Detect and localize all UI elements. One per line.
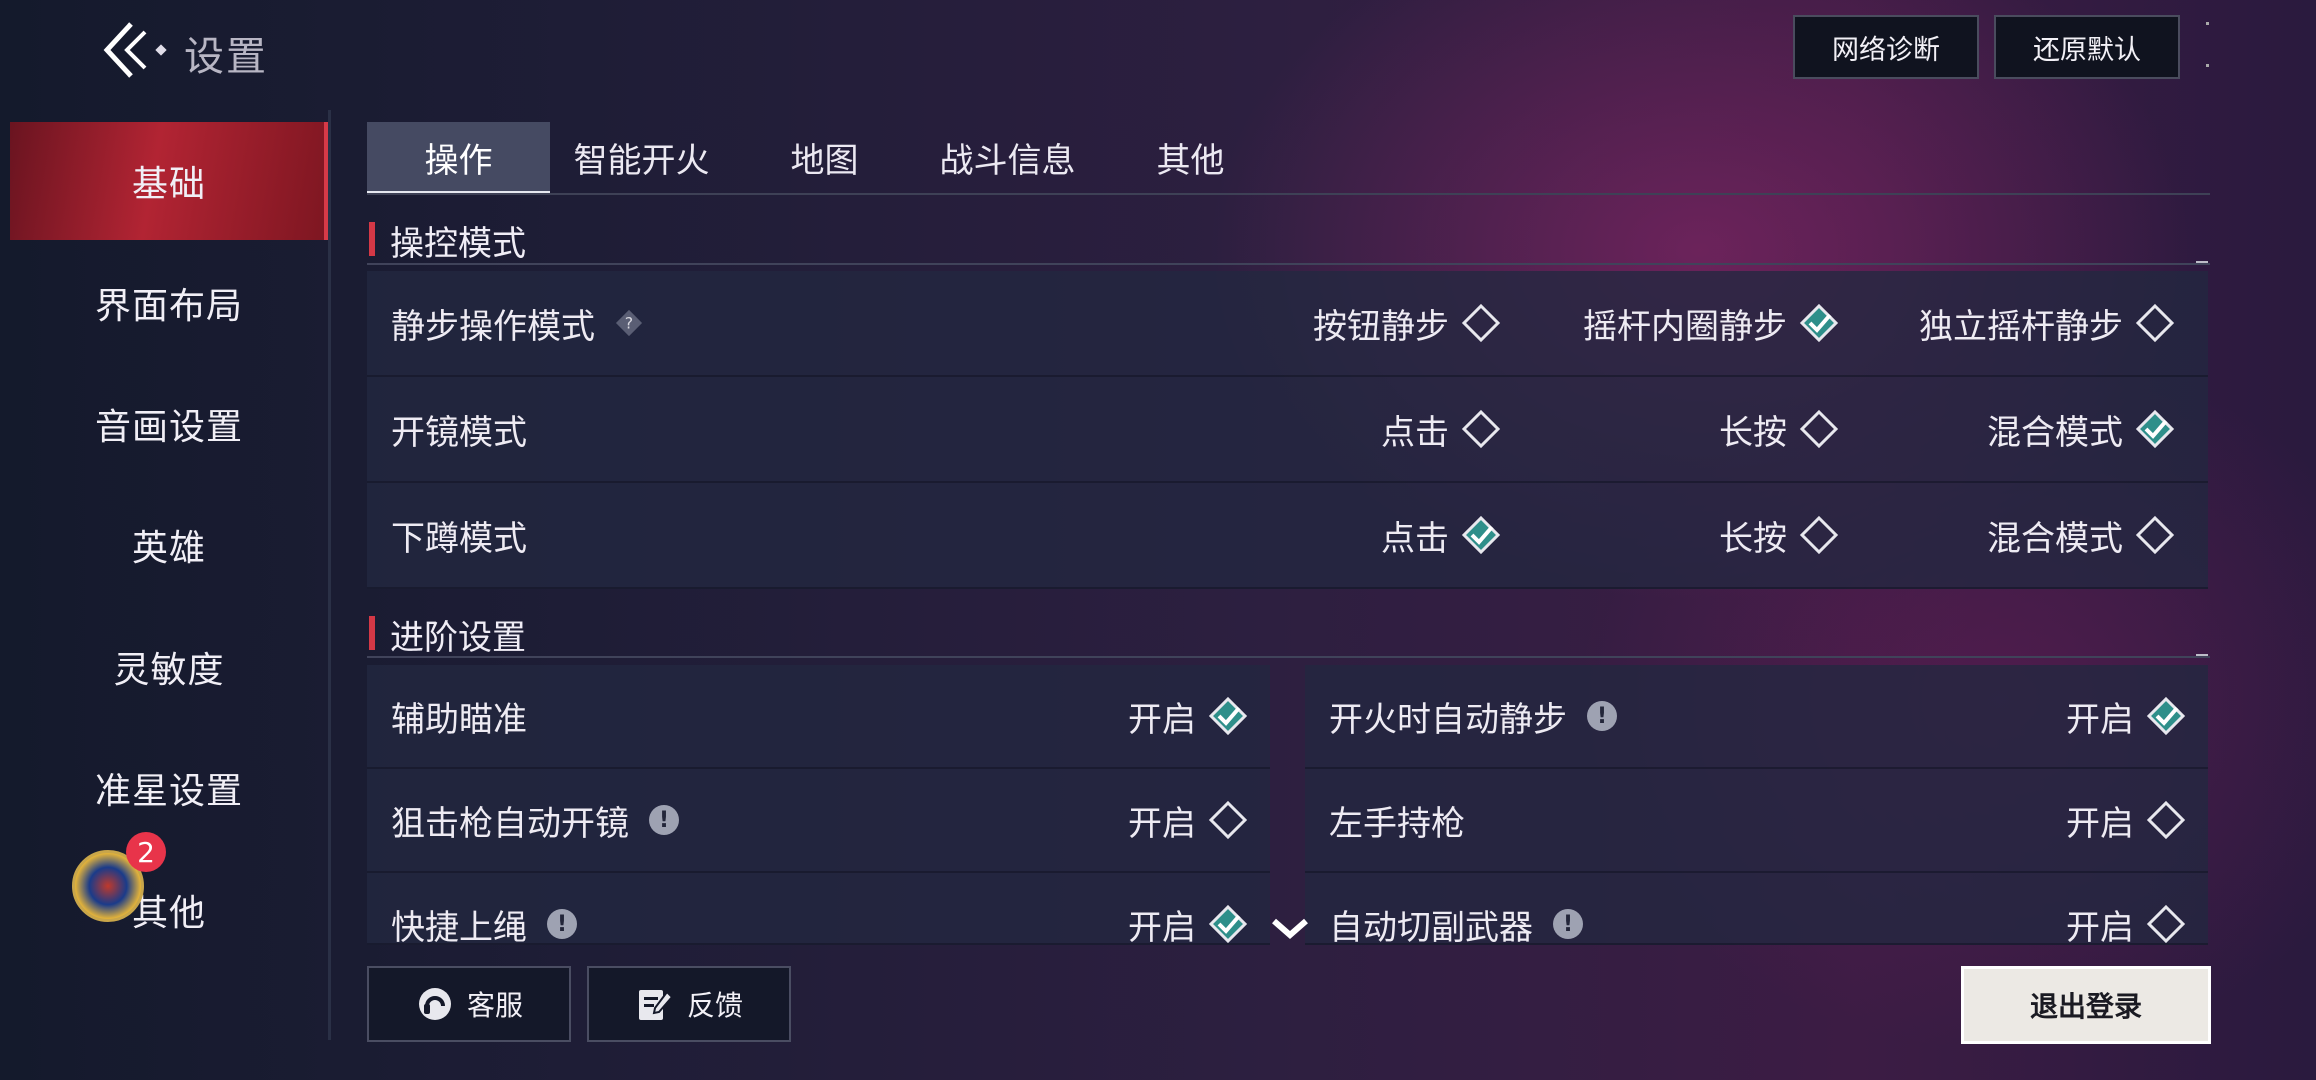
option-enable[interactable]: 开启	[2066, 665, 2186, 767]
scroll-down-chevron-icon[interactable]	[1268, 913, 1312, 943]
diamond-unchecked-icon	[2135, 303, 2175, 343]
tab-map[interactable]: 地图	[733, 122, 916, 192]
setting-row-scope-mode: 开镜模式 点击 长按 混合模式	[367, 377, 2208, 483]
option-enable[interactable]: 开启	[2066, 769, 2186, 871]
option-tap[interactable]: 点击	[1381, 483, 1501, 587]
edit-note-icon	[638, 990, 674, 1020]
info-icon[interactable]: !	[1553, 909, 1583, 939]
sidebar-item-hero[interactable]: 英雄	[10, 486, 328, 604]
row-label: 狙击枪自动开镜	[391, 803, 629, 844]
restore-default-button[interactable]: 还原默认	[1994, 15, 2180, 79]
svg-text:?: ?	[625, 314, 633, 333]
help-icon[interactable]: ?	[615, 309, 643, 337]
row-label: 自动切副武器	[1329, 907, 1533, 945]
row-label: 开镜模式	[391, 412, 527, 453]
section-accent-bar	[369, 616, 375, 650]
info-icon[interactable]: !	[649, 805, 679, 835]
sidebar: 基础 界面布局 音画设置 英雄 灵敏度 准星设置 其他	[0, 110, 334, 1040]
row-label: 辅助瞄准	[391, 699, 527, 740]
diamond-unchecked-icon	[1461, 303, 1501, 343]
option-enable[interactable]: 开启	[1128, 873, 1248, 943]
headset-icon	[418, 988, 451, 1020]
section-title-control-mode: 操控模式	[390, 224, 526, 264]
diamond-unchecked-icon	[1461, 409, 1501, 449]
back-button[interactable]	[95, 18, 185, 82]
page-title: 设置	[184, 34, 268, 80]
corner-tick	[2206, 22, 2209, 25]
setting-row-crouch-mode: 下蹲模式 点击 长按 混合模式	[367, 483, 2208, 589]
option-enable[interactable]: 开启	[2066, 873, 2186, 943]
tab-battle-info[interactable]: 战斗信息	[916, 122, 1099, 192]
back-arrow-icon	[103, 22, 147, 78]
option-enable[interactable]: 开启	[1128, 665, 1248, 767]
section-accent-bar	[369, 222, 375, 256]
option-joystick-inner-silent[interactable]: 摇杆内圈静步	[1583, 271, 1839, 375]
info-icon[interactable]: !	[1587, 701, 1617, 731]
section-divider	[367, 656, 2210, 658]
tab-bar: 操作 智能开火 地图 战斗信息 其他	[367, 122, 2210, 195]
sidebar-item-audio-video[interactable]: 音画设置	[10, 365, 328, 483]
diamond-unchecked-icon	[2146, 800, 2186, 840]
section-tick	[2196, 261, 2208, 263]
diamond-unchecked-icon	[1799, 409, 1839, 449]
info-icon[interactable]: !	[547, 909, 577, 939]
option-independent-joystick-silent[interactable]: 独立摇杆静步	[1919, 271, 2175, 375]
customer-service-button[interactable]: 客服	[367, 966, 571, 1042]
diamond-checked-icon	[1208, 904, 1248, 943]
diamond-unchecked-icon	[2135, 515, 2175, 555]
diamond-unchecked-icon	[1799, 515, 1839, 555]
diamond-checked-icon	[2135, 409, 2175, 449]
setting-row-left-hand: 左手持枪 开启	[1305, 769, 2208, 873]
setting-row-auto-silent-on-fire: 开火时自动静步 ! 开启	[1305, 665, 2208, 769]
diamond-unchecked-icon	[2146, 904, 2186, 943]
sidebar-item-sensitivity[interactable]: 灵敏度	[10, 608, 328, 726]
feedback-label: 反馈	[686, 989, 743, 1022]
setting-row-auto-switch-secondary: 自动切副武器 ! 开启	[1305, 873, 2208, 945]
diamond-unchecked-icon	[1208, 800, 1248, 840]
network-diagnosis-button[interactable]: 网络诊断	[1793, 15, 1979, 79]
row-label: 左手持枪	[1329, 803, 1465, 844]
diamond-checked-icon	[1461, 515, 1501, 555]
setting-row-silent-step: 静步操作模式 ? 按钮静步 摇杆内圈静步 独立摇杆静步	[367, 271, 2208, 377]
sidebar-divider	[328, 110, 331, 1040]
tab-divider	[367, 193, 2210, 195]
row-label: 快捷上绳	[391, 907, 527, 945]
diamond-checked-icon	[2146, 696, 2186, 736]
section-tick	[2196, 654, 2208, 656]
setting-row-aim-assist: 辅助瞄准 开启	[367, 665, 1270, 769]
logout-button[interactable]: 退出登录	[1961, 966, 2211, 1044]
tab-other[interactable]: 其他	[1099, 122, 1282, 192]
service-label: 客服	[466, 989, 523, 1022]
notification-badge: 2	[126, 832, 166, 872]
corner-tick	[2206, 64, 2209, 67]
row-label: 静步操作模式	[391, 306, 595, 347]
tab-smart-fire[interactable]: 智能开火	[550, 122, 733, 192]
section-title-advanced: 进阶设置	[390, 618, 526, 658]
option-hold[interactable]: 长按	[1719, 377, 1839, 481]
option-enable[interactable]: 开启	[1128, 769, 1248, 871]
sidebar-item-crosshair[interactable]: 准星设置	[10, 729, 328, 847]
diamond-checked-icon	[1799, 303, 1839, 343]
feedback-button[interactable]: 反馈	[587, 966, 791, 1042]
setting-row-quick-rope: 快捷上绳 ! 开启	[367, 873, 1270, 945]
row-label: 下蹲模式	[391, 518, 527, 559]
option-mixed[interactable]: 混合模式	[1987, 483, 2175, 587]
sidebar-item-basic[interactable]: 基础	[10, 122, 330, 240]
sidebar-item-other[interactable]: 其他	[10, 851, 328, 969]
option-button-silent[interactable]: 按钮静步	[1313, 271, 1501, 375]
sidebar-item-layout[interactable]: 界面布局	[10, 244, 328, 362]
dot-icon	[155, 44, 167, 56]
option-hold[interactable]: 长按	[1719, 483, 1839, 587]
diamond-checked-icon	[1208, 696, 1248, 736]
option-tap[interactable]: 点击	[1381, 377, 1501, 481]
row-label: 开火时自动静步	[1329, 699, 1567, 740]
section-divider	[367, 263, 2210, 265]
setting-row-sniper-auto-scope: 狙击枪自动开镜 ! 开启	[367, 769, 1270, 873]
option-mixed[interactable]: 混合模式	[1987, 377, 2175, 481]
tab-operation[interactable]: 操作	[367, 122, 550, 195]
